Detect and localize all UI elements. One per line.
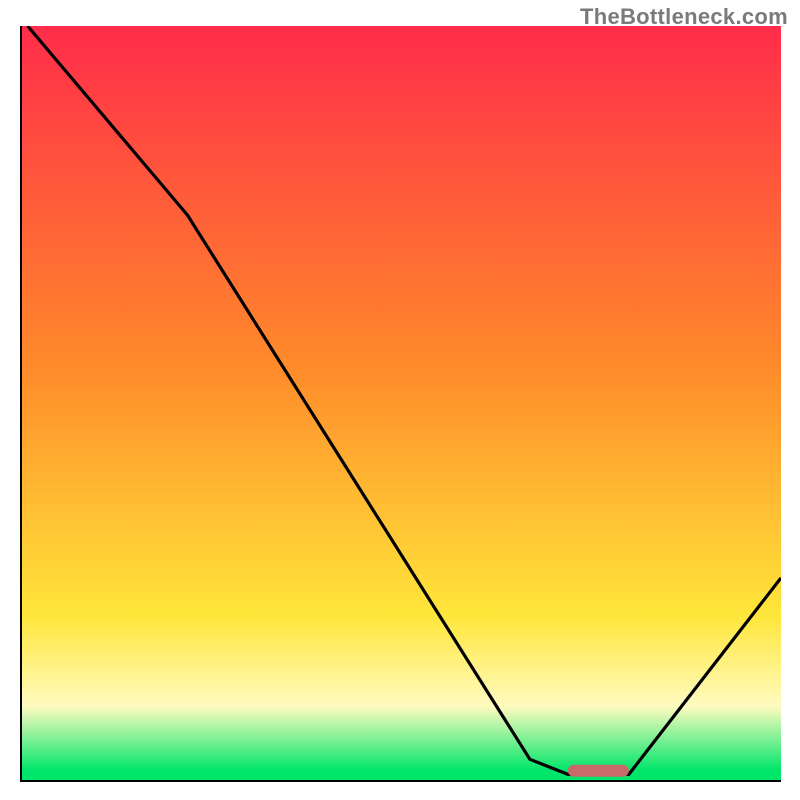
chart-container: TheBottleneck.com xyxy=(0,0,800,800)
optimal-marker xyxy=(568,765,629,777)
plot-area xyxy=(20,26,781,782)
gradient-background xyxy=(20,26,781,782)
watermark-text: TheBottleneck.com xyxy=(580,4,788,30)
bottleneck-chart xyxy=(20,26,781,782)
